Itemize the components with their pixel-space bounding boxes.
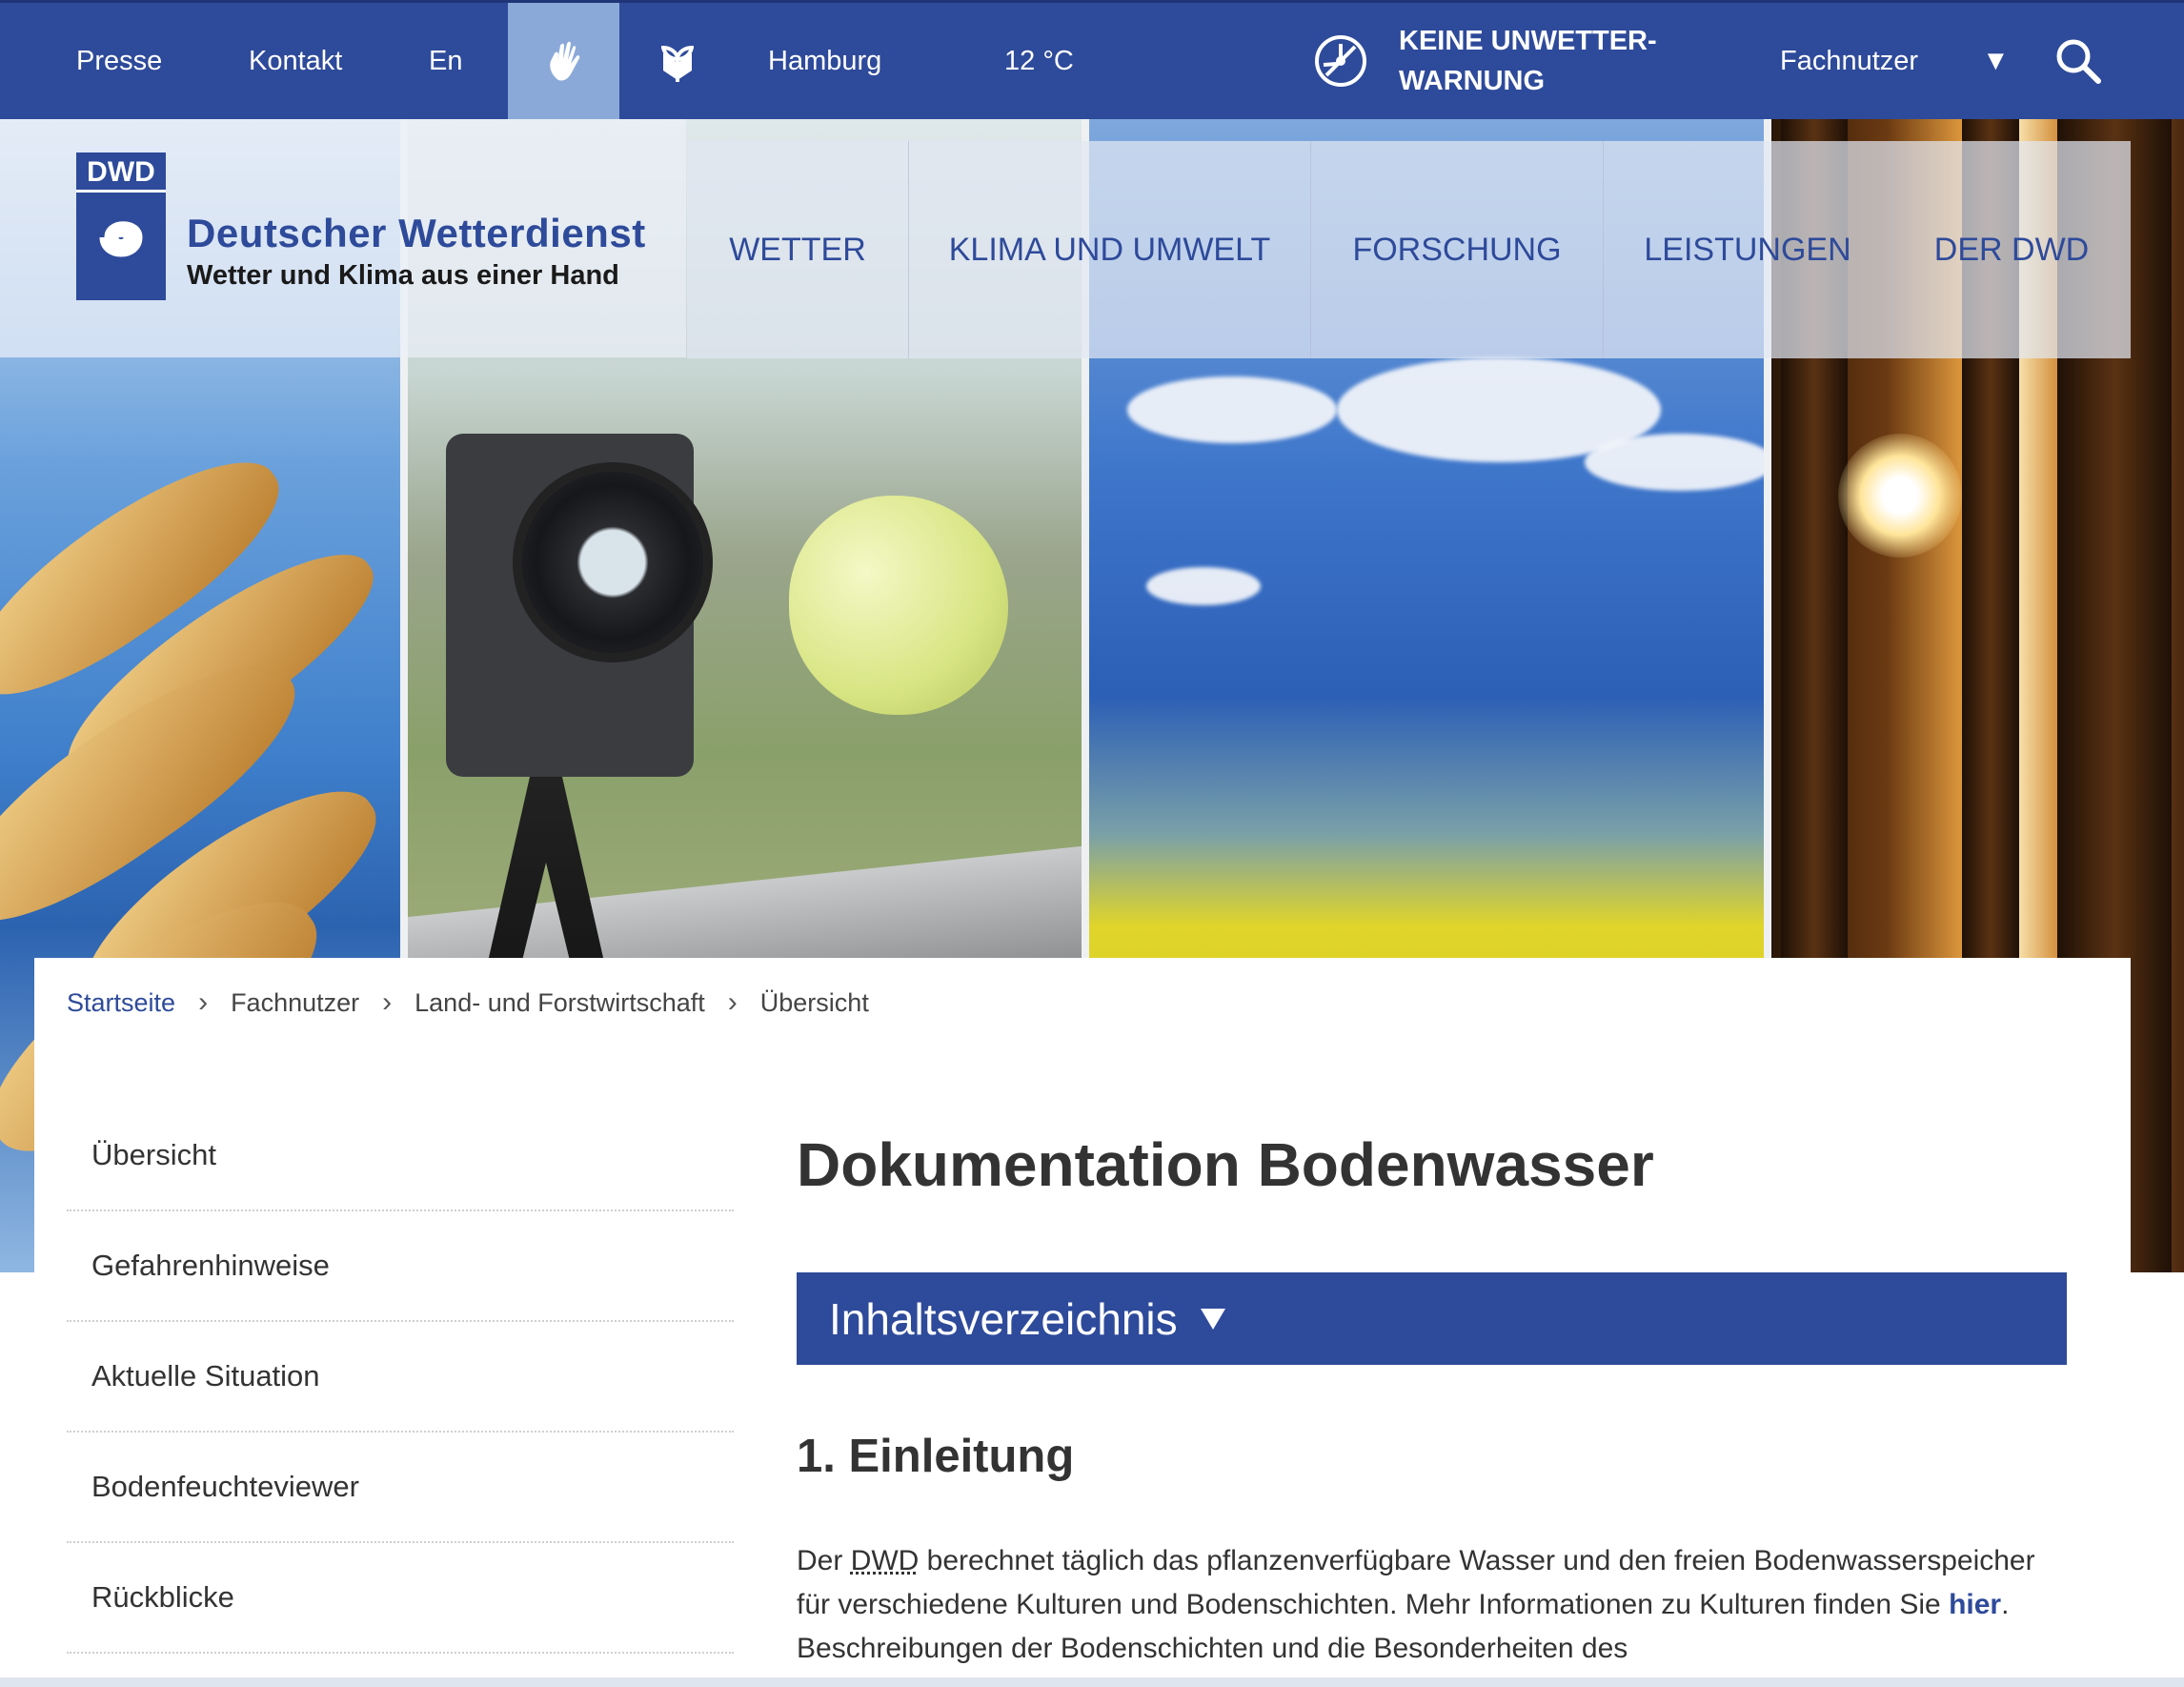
kontakt-link[interactable]: Kontakt bbox=[249, 3, 342, 119]
presse-link[interactable]: Presse bbox=[76, 3, 162, 119]
breadcrumb-land-und-forstwirtschaft[interactable]: Land- und Forstwirtschaft bbox=[415, 988, 705, 1018]
chevron-right-icon: › bbox=[382, 986, 393, 1018]
triangle-down-icon bbox=[1200, 1308, 1225, 1330]
no-warning-icon bbox=[1315, 35, 1366, 87]
user-group-select[interactable]: Fachnutzer bbox=[1780, 3, 1918, 119]
breadcrumb-current: Übersicht bbox=[759, 987, 869, 1017]
chevron-right-icon: › bbox=[198, 986, 209, 1018]
logo-organization-name: Deutscher Wetterdienst bbox=[187, 211, 646, 255]
warning-line-2: WARNUNG bbox=[1399, 66, 1546, 96]
hand-sign-language-icon bbox=[549, 41, 579, 81]
logo-slogan: Wetter und Klima aus einer Hand bbox=[187, 260, 619, 291]
section-heading-einleitung: 1. Einleitung bbox=[797, 1431, 1075, 1482]
main-navigation: WETTER KLIMA UND UMWELT FORSCHUNG LEISTU… bbox=[687, 141, 2131, 358]
chevron-down-icon[interactable]: ▼ bbox=[1982, 3, 2010, 119]
intro-paragraph: Der DWD berechnet täglich das pflanzenve… bbox=[797, 1539, 2073, 1671]
warning-status-text[interactable]: KEINE UNWETTER- WARNUNG bbox=[1399, 3, 1685, 119]
sidebar-navigation: Übersicht Gefahrenhinweise Aktuelle Situ… bbox=[67, 1101, 734, 1654]
easy-read-button[interactable] bbox=[648, 3, 707, 119]
spiral-icon bbox=[99, 221, 143, 257]
weather-city[interactable]: Hamburg bbox=[768, 3, 881, 119]
nav-klima-und-umwelt[interactable]: KLIMA UND UMWELT bbox=[909, 141, 1311, 358]
page-bottom-edge bbox=[0, 1677, 2184, 1687]
kulturen-link[interactable]: hier bbox=[1949, 1589, 2001, 1620]
temperature-value[interactable]: 12 °C bbox=[1004, 3, 1074, 119]
abbr-dwd[interactable]: DWD bbox=[851, 1545, 920, 1576]
top-bar: Presse Kontakt En Hamburg 12 °C KEINE UN… bbox=[0, 0, 2184, 119]
breadcrumb: Startseite › Fachnutzer › Land- und Fors… bbox=[67, 986, 869, 1019]
warning-status-button[interactable] bbox=[1311, 3, 1370, 119]
sign-language-button[interactable] bbox=[508, 3, 619, 119]
sidebar-item-aktuelle-situation[interactable]: Aktuelle Situation bbox=[67, 1322, 734, 1433]
toc-label: Inhaltsverzeichnis bbox=[829, 1293, 1178, 1344]
search-icon bbox=[2056, 39, 2101, 84]
nav-der-dwd[interactable]: DER DWD bbox=[1892, 141, 2131, 358]
dwd-logo-mark: DWD bbox=[76, 152, 166, 300]
chevron-right-icon: › bbox=[727, 986, 738, 1018]
sidebar-item-gefahrenhinweise[interactable]: Gefahrenhinweise bbox=[67, 1211, 734, 1322]
sidebar-item-rueckblicke[interactable]: Rückblicke bbox=[67, 1543, 734, 1654]
content-card: Startseite › Fachnutzer › Land- und Fors… bbox=[34, 958, 2131, 1687]
paragraph-text-1: Der bbox=[797, 1545, 851, 1576]
dwd-logo-text: DWD bbox=[76, 152, 166, 193]
paragraph-text-2: berechnet täglich das pflanzenverfügbare… bbox=[797, 1545, 2035, 1620]
easy-read-icon bbox=[661, 45, 694, 82]
nav-wetter[interactable]: WETTER bbox=[687, 141, 909, 358]
sidebar-item-uebersicht[interactable]: Übersicht bbox=[67, 1101, 734, 1211]
breadcrumb-startseite[interactable]: Startseite bbox=[67, 988, 175, 1018]
language-switch-link[interactable]: En bbox=[429, 3, 462, 119]
nav-leistungen[interactable]: LEISTUNGEN bbox=[1604, 141, 1892, 358]
table-of-contents-toggle[interactable]: Inhaltsverzeichnis bbox=[797, 1272, 2067, 1365]
warning-line-1: KEINE UNWETTER- bbox=[1399, 26, 1657, 56]
page-title: Dokumentation Bodenwasser bbox=[797, 1130, 1654, 1199]
dwd-logo[interactable]: DWD Deutscher Wetterdienst Wetter und Kl… bbox=[0, 119, 686, 357]
search-button[interactable] bbox=[2049, 3, 2108, 119]
nav-forschung[interactable]: FORSCHUNG bbox=[1311, 141, 1604, 358]
breadcrumb-fachnutzer[interactable]: Fachnutzer bbox=[231, 988, 359, 1018]
sidebar-item-bodenfeuchteviewer[interactable]: Bodenfeuchteviewer bbox=[67, 1433, 734, 1543]
